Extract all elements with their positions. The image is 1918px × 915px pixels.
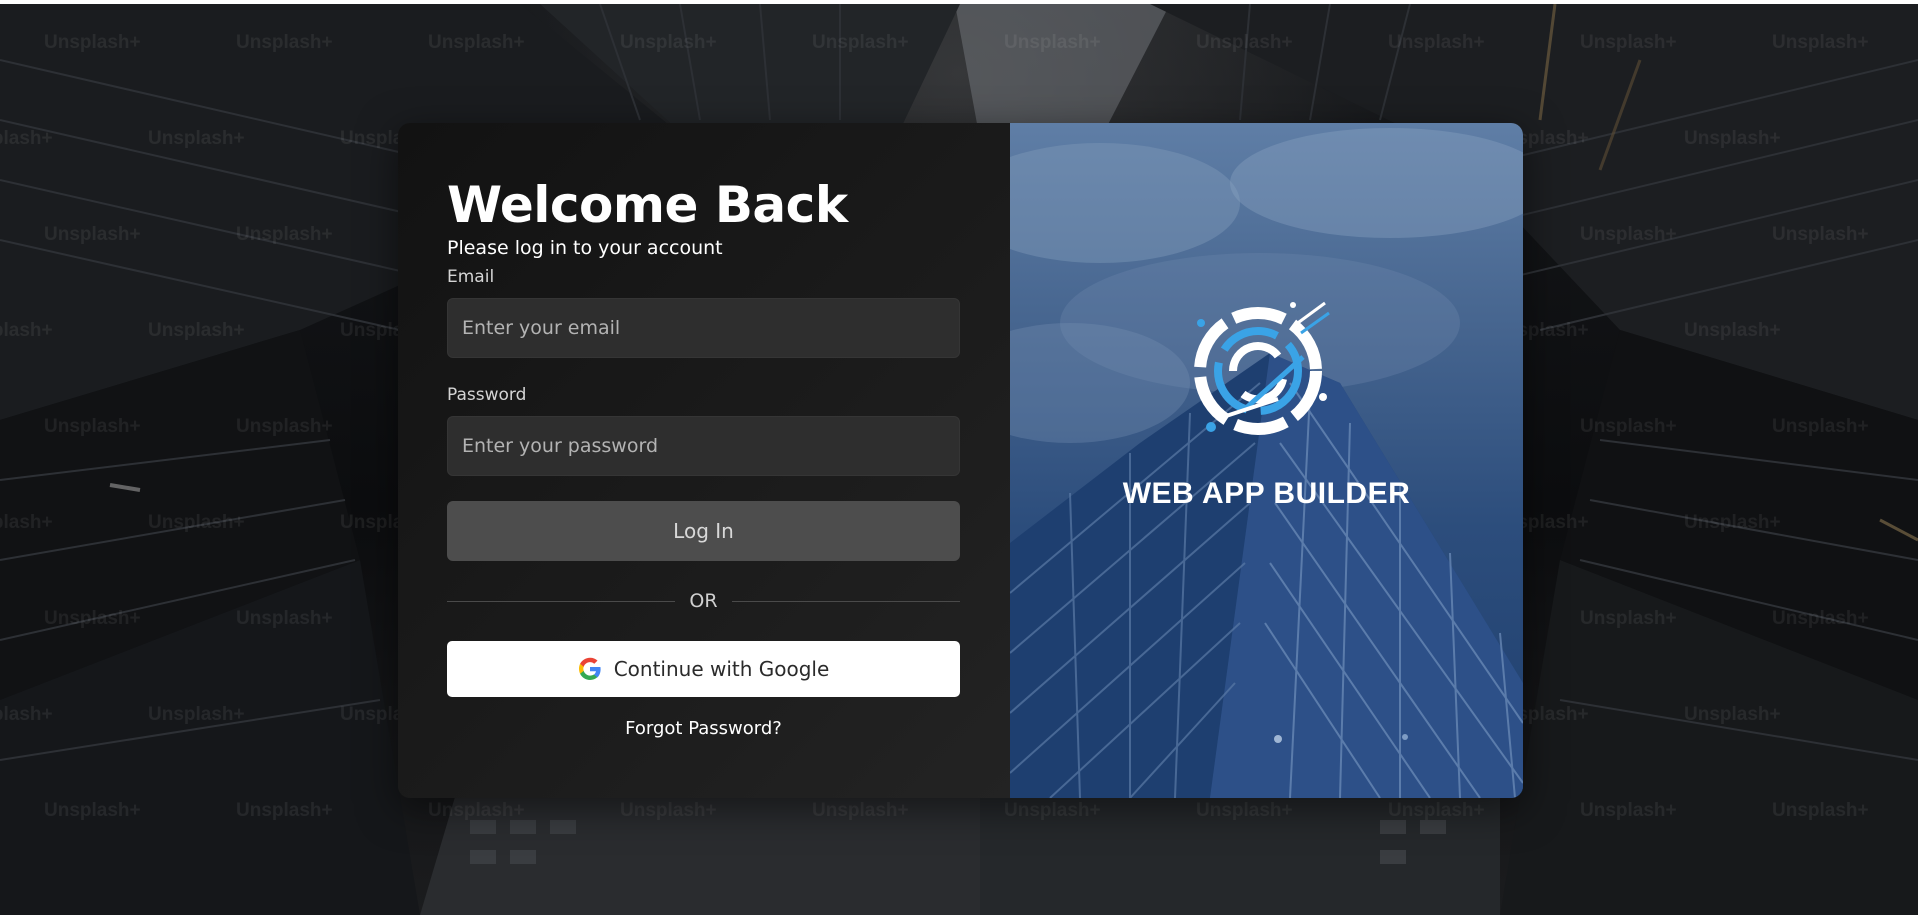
top-edge-line: [0, 0, 1918, 4]
divider-text: OR: [689, 590, 718, 612]
google-button-label: Continue with Google: [613, 657, 830, 681]
brand-panel: WEB APP BUILDER: [1010, 123, 1523, 798]
email-input[interactable]: [447, 298, 960, 358]
divider-line-right: [731, 600, 961, 602]
login-card: Welcome Back Please log in to your accou…: [398, 123, 1523, 798]
skyscraper-illustration: [1010, 128, 1523, 798]
login-form-panel: Welcome Back Please log in to your accou…: [398, 123, 1010, 798]
page-title: Welcome Back: [447, 176, 848, 234]
google-signin-button[interactable]: Continue with Google: [447, 641, 960, 697]
brand-name: WEB APP BUILDER: [1122, 477, 1411, 510]
google-icon: [578, 657, 602, 681]
circuit-gear-logo-icon: [1194, 301, 1330, 435]
page-subtitle: Please log in to your account: [447, 237, 723, 259]
divider-line-left: [447, 600, 676, 602]
password-label: Password: [447, 385, 527, 405]
forgot-password-link[interactable]: Forgot Password?: [447, 718, 960, 739]
password-input[interactable]: [447, 416, 960, 476]
or-divider: OR: [447, 589, 961, 613]
login-button[interactable]: Log In: [447, 501, 960, 561]
email-label: Email: [447, 267, 495, 287]
